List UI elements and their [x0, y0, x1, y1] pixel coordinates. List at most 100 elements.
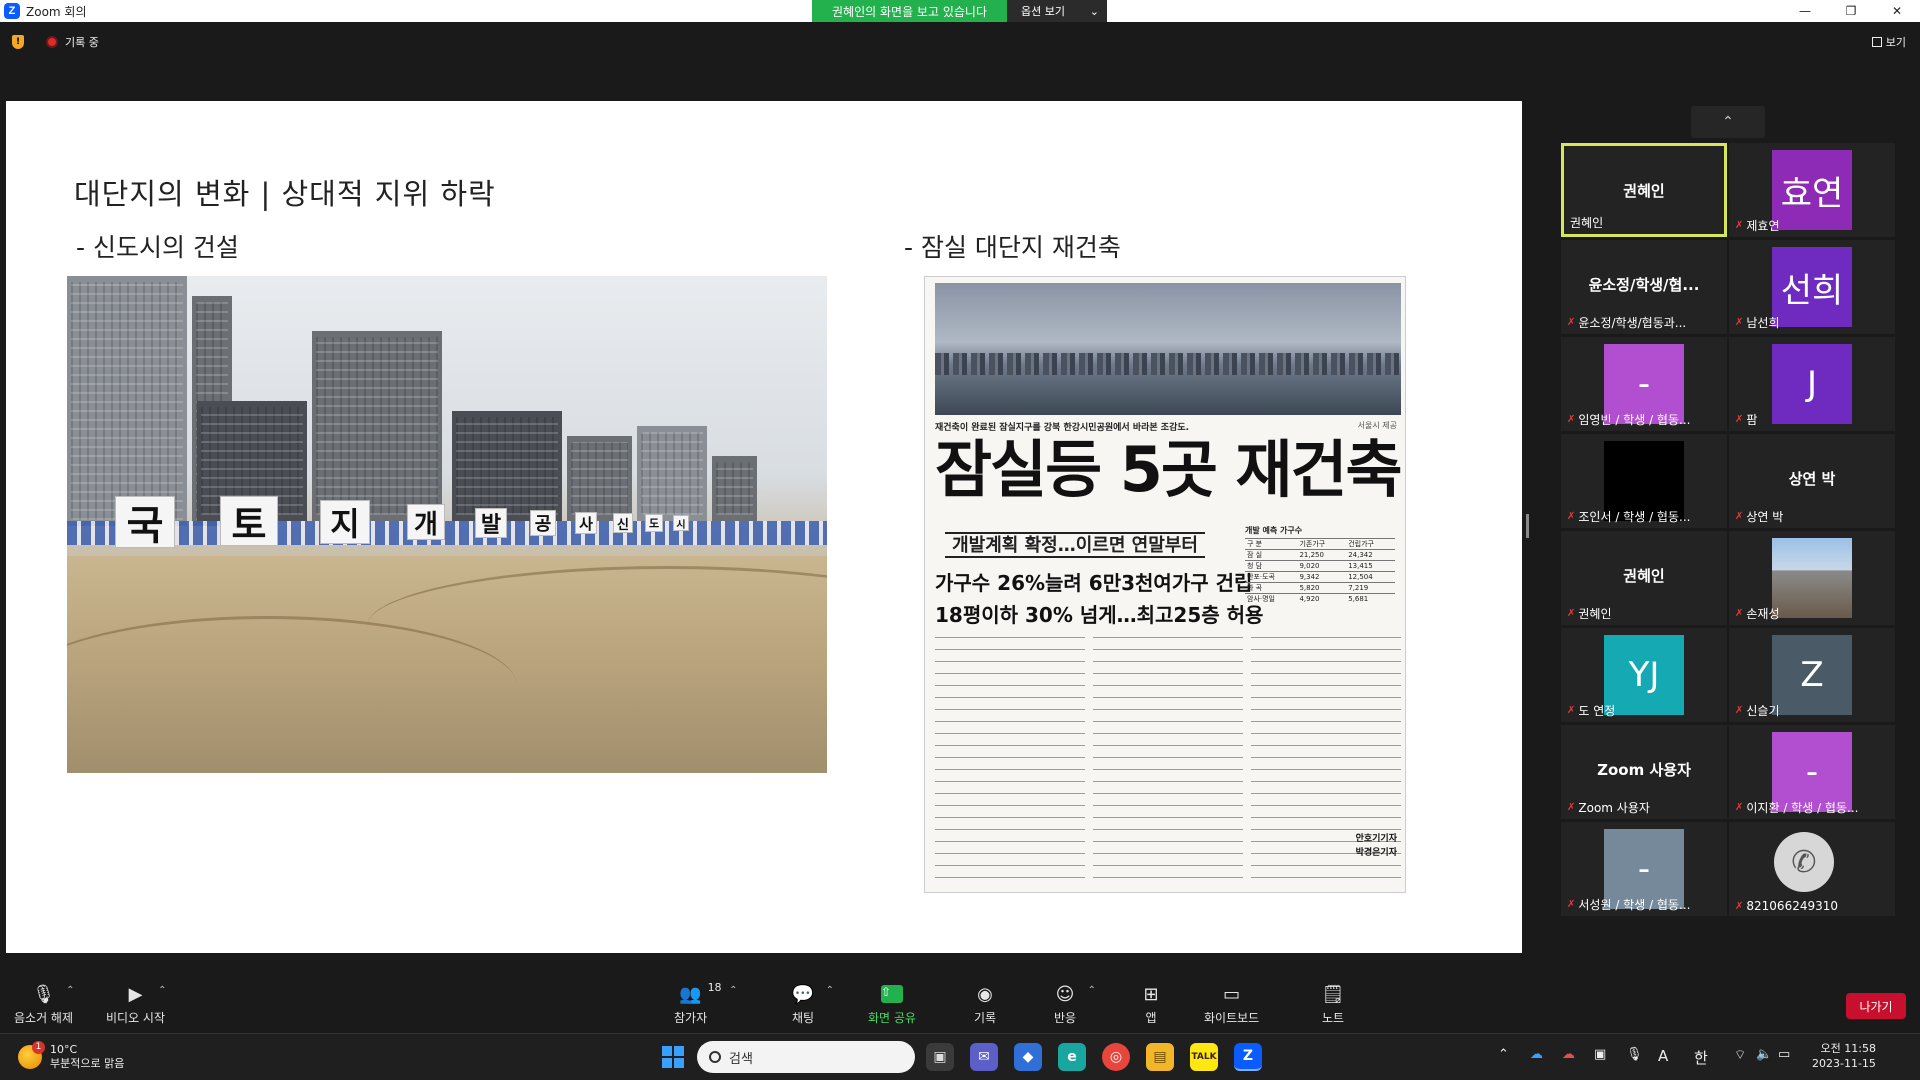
notification-badge: 1 [32, 1041, 45, 1054]
participant-tile[interactable]: YJ ✗ 도 연정 [1561, 628, 1727, 722]
participant-tile[interactable]: - ✗ 서성원 / 학생 / 협동... [1561, 822, 1727, 916]
participant-tile[interactable]: ✗ 조인서 / 학생 / 협동... [1561, 434, 1727, 528]
clock-date: 2023-11-15 [1812, 1057, 1876, 1070]
whiteboard-button[interactable]: ▭ 화이트보드 [1204, 983, 1259, 1026]
file-explorer-icon[interactable]: ▤ [1146, 1043, 1174, 1071]
chevron-up-icon[interactable]: ⌃ [158, 985, 166, 996]
unmute-button[interactable]: 🎙 ⌃ 음소거 해제 [14, 983, 75, 1026]
wifi-icon[interactable]: ⌔ [1734, 1047, 1746, 1063]
record-label: 기록 [973, 1011, 997, 1025]
teams-chat-icon[interactable]: ✉ [970, 1043, 998, 1071]
sign-board: 발 [475, 508, 507, 538]
chat-button[interactable]: 💬 ⌃ 채팅 [790, 983, 834, 1026]
kakaotalk-icon[interactable]: TALK [1190, 1043, 1218, 1071]
tray-overflow-icon[interactable]: ⌃ [1498, 1047, 1509, 1062]
participant-tile[interactable]: 윤소정/학생/협... ✗ 윤소정/학생/협동과... [1561, 240, 1727, 334]
record-button[interactable]: ◉ 기록 [972, 983, 998, 1026]
ime-mode-a[interactable]: A [1658, 1047, 1668, 1065]
shield-icon[interactable]: ! [12, 35, 24, 49]
byline-reporter: 안호기기자 [1355, 834, 1397, 844]
view-options-button[interactable]: 옵션 보기 ⌄ [1007, 0, 1107, 22]
system-clock[interactable]: 오전 11:58 2023-11-15 [1812, 1041, 1876, 1071]
zoom-taskbar-icon[interactable]: Z [1234, 1043, 1262, 1071]
chevron-up-icon[interactable]: ⌃ [826, 985, 834, 996]
table-header: 구 분 [1245, 538, 1298, 550]
onedrive-icon[interactable]: ☁ [1530, 1047, 1543, 1062]
participant-tile[interactable]: ✆ ✗ 821066249310 [1729, 822, 1895, 916]
participant-name-label: ✗ 남선희 [1735, 314, 1780, 331]
participant-tile[interactable]: - ✗ 임영빈 / 학생 / 협동... [1561, 337, 1727, 431]
chrome-browser-icon[interactable]: ◎ [1102, 1043, 1130, 1071]
chevron-up-icon[interactable]: ⌃ [729, 985, 737, 996]
participant-name: 손재성 [1746, 607, 1780, 621]
participant-tile[interactable]: Z ✗ 신슬기 [1729, 628, 1895, 722]
task-view-icon[interactable]: ▣ [926, 1043, 954, 1071]
close-button[interactable]: ✕ [1874, 0, 1920, 22]
newspaper-clipping: 재건축이 완료된 잠실지구를 강북 한강시민공원에서 바라본 조감도. 서울시 … [924, 276, 1406, 893]
participant-tile[interactable]: 권혜인 ✗ 권혜인 [1561, 531, 1727, 625]
participants-button[interactable]: 👥 18 ⌃ 참가자 [674, 981, 738, 1026]
view-options-label: 옵션 보기 [1021, 5, 1065, 18]
table-cell: 7,219 [1346, 582, 1395, 594]
sign-board: 시 [673, 515, 689, 531]
participant-name: 도 연정 [1578, 704, 1616, 718]
participant-tile[interactable]: Zoom 사용자 ✗ Zoom 사용자 [1561, 725, 1727, 819]
reactions-button[interactable]: ☺ ⌃ 반응 [1052, 983, 1096, 1026]
whiteboard-icon: ▭ [1223, 983, 1241, 1005]
chevron-up-icon[interactable]: ⌃ [66, 985, 74, 996]
participant-name-label: ✗ 도 연정 [1567, 702, 1615, 719]
apps-label: 앱 [1145, 1011, 1157, 1025]
participant-name-label: ✗ 팜 [1735, 411, 1757, 428]
newspaper-headline: 잠실등 5곳 재건축 [935, 433, 1403, 506]
taskbar-search-box[interactable]: 검색 [697, 1041, 915, 1073]
ime-mode-korean[interactable]: 한 [1694, 1047, 1708, 1068]
chevron-up-icon[interactable]: ⌃ [1088, 985, 1096, 996]
muted-mic-icon: ✗ [1567, 899, 1576, 910]
leave-meeting-button[interactable]: 나가기 [1846, 993, 1906, 1019]
splitter-handle[interactable] [1526, 514, 1529, 538]
participant-name: 팜 [1746, 413, 1758, 427]
participant-tile[interactable]: J ✗ 팜 [1729, 337, 1895, 431]
recording-icon[interactable] [46, 36, 58, 48]
avatar: J [1772, 344, 1852, 424]
sign-board: 개 [407, 504, 445, 540]
table-cell: 13,415 [1346, 560, 1395, 572]
start-video-button[interactable]: ▶ ⌃ 비디오 시작 [106, 983, 167, 1026]
participant-name-label: ✗ 821066249310 [1735, 899, 1838, 913]
microphone-icon[interactable]: 🎙 [1626, 1047, 1643, 1062]
table-cell: 암사·명일 [1245, 593, 1298, 604]
screen-share-banner: 권혜인의 화면을 보고 있습니다 옵션 보기 ⌄ [812, 0, 1107, 22]
edge-browser-icon[interactable]: e [1058, 1043, 1086, 1071]
share-screen-icon: ⇧ [879, 983, 905, 1005]
participant-tile[interactable]: - ✗ 이지환 / 학생 / 협동... [1729, 725, 1895, 819]
participant-name-label: ✗ 손재성 [1735, 605, 1780, 622]
participant-name: 상연 박 [1746, 510, 1784, 524]
record-icon: ◉ [977, 983, 993, 1005]
chat-label: 채팅 [791, 1011, 815, 1025]
weather-text: 10°C 부분적으로 맑음 [50, 1043, 124, 1071]
muted-mic-icon: ✗ [1735, 220, 1744, 231]
copilot-icon[interactable]: ◆ [1014, 1043, 1042, 1071]
gallery-scroll-up-button[interactable]: ⌃ [1691, 106, 1765, 138]
view-label: 보기 [1885, 36, 1906, 49]
weather-widget[interactable]: 1 10°C 부분적으로 맑음 [18, 1041, 124, 1071]
speaker-icon[interactable]: 🔈 [1756, 1047, 1772, 1062]
onedrive-alert-icon[interactable]: ☁ [1562, 1047, 1575, 1062]
battery-icon[interactable]: ▭ [1778, 1047, 1790, 1062]
minimize-button[interactable]: — [1782, 0, 1828, 22]
notes-button[interactable]: 🗒 노트 [1320, 983, 1346, 1026]
view-button[interactable]: 보기 [1871, 34, 1906, 50]
participant-name: 권혜인 [1570, 216, 1604, 230]
share-screen-button[interactable]: ⇧ 화면 공유 [868, 983, 916, 1026]
participant-tile[interactable]: ✗ 손재성 [1729, 531, 1895, 625]
participant-tile[interactable]: 선희 ✗ 남선희 [1729, 240, 1895, 334]
windows-start-icon[interactable] [662, 1046, 684, 1068]
participant-tile[interactable]: 상연 박 ✗ 상연 박 [1729, 434, 1895, 528]
security-icon[interactable]: ▣ [1594, 1047, 1606, 1062]
table: 구 분 기존가구 건립가구 잠 실 21,250 24,342 청 담 9,02… [1245, 538, 1395, 604]
start-tile [662, 1058, 672, 1068]
apps-button[interactable]: ⊞ 앱 [1138, 983, 1164, 1026]
maximize-button[interactable]: ❐ [1828, 0, 1874, 22]
participant-tile[interactable]: 효연 ✗ 제효연 [1729, 143, 1895, 237]
participant-tile[interactable]: 권혜인 권혜인 [1561, 143, 1727, 237]
